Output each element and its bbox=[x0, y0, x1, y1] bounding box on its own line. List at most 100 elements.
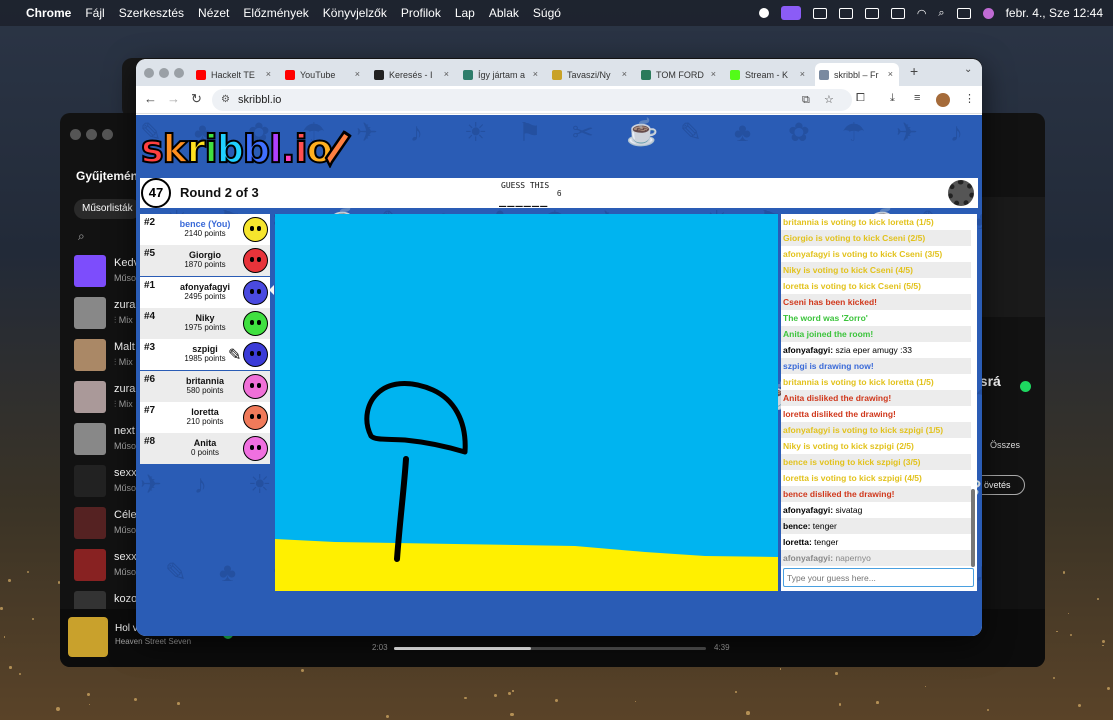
tab-close-icon[interactable]: × bbox=[800, 69, 805, 79]
browser-tab[interactable]: Így jártam a × bbox=[459, 63, 544, 86]
library-item[interactable]: zura ⫶ Mix bbox=[74, 381, 136, 413]
browser-tab[interactable]: skribbl – Fr × bbox=[815, 63, 899, 86]
player-row[interactable]: #2 bence (You) 2140 points bbox=[140, 214, 270, 245]
menu-3[interactable]: Előzmények bbox=[243, 6, 308, 20]
library-item-subtitle: Műso bbox=[114, 483, 137, 493]
minimize-window-icon[interactable] bbox=[159, 68, 169, 78]
drawing-canvas[interactable] bbox=[275, 214, 778, 591]
player-points: 580 points bbox=[186, 385, 224, 395]
clock[interactable]: febr. 4., Sze 12:44 bbox=[1006, 6, 1103, 20]
play-icon[interactable] bbox=[864, 7, 879, 19]
tab-close-icon[interactable]: × bbox=[355, 69, 360, 79]
library-item[interactable]: Kedv Műso bbox=[74, 255, 139, 287]
media-icon[interactable]: ≡ bbox=[914, 92, 920, 104]
menu-5[interactable]: Profilok bbox=[401, 6, 441, 20]
player-row[interactable]: #3 szpigi 1985 points ✎ bbox=[140, 339, 270, 371]
skribbl-logo[interactable]: skribbl.io bbox=[140, 126, 334, 172]
tab-close-icon[interactable]: × bbox=[711, 69, 716, 79]
browser-tab[interactable]: Keresés - I × bbox=[370, 63, 455, 86]
menu-1[interactable]: Szerkesztés bbox=[119, 6, 184, 20]
close-window-icon[interactable] bbox=[144, 68, 154, 78]
menu-7[interactable]: Ablak bbox=[489, 6, 519, 20]
player-rank: #3 bbox=[144, 342, 156, 354]
menu-4[interactable]: Könyvjelzők bbox=[323, 6, 387, 20]
doodle-icon: ⚑ bbox=[518, 117, 542, 147]
library-item[interactable]: Céle Műso bbox=[74, 507, 137, 539]
settings-gear-icon[interactable] bbox=[948, 180, 974, 206]
zoom-window-icon[interactable] bbox=[102, 129, 113, 140]
tab-close-icon[interactable]: × bbox=[888, 69, 893, 79]
show-all-link[interactable]: Összes bbox=[990, 440, 1020, 450]
library-search-icon[interactable]: ⌕ bbox=[78, 229, 85, 244]
city-light bbox=[1102, 644, 1104, 647]
player-points: 1870 points bbox=[184, 260, 226, 270]
profile-avatar[interactable] bbox=[936, 93, 950, 107]
player-row[interactable]: #4 Niky 1975 points bbox=[140, 307, 270, 339]
site-info-icon[interactable]: ⚙ bbox=[221, 94, 230, 105]
browser-tab[interactable]: YouTube × bbox=[281, 63, 366, 86]
library-item[interactable]: sexx Műso bbox=[74, 465, 137, 497]
minimize-window-icon[interactable] bbox=[86, 129, 97, 140]
close-window-icon[interactable] bbox=[70, 129, 81, 140]
player-row[interactable]: #1 afonyafagyi 2495 points bbox=[140, 276, 270, 308]
stage-manager-icon[interactable] bbox=[780, 6, 801, 20]
dvd-icon[interactable] bbox=[890, 7, 905, 19]
library-item-title: kozo bbox=[114, 593, 138, 605]
library-item[interactable]: Malt ⫶ Mix bbox=[74, 339, 136, 371]
library-item-cover bbox=[74, 381, 106, 413]
zoom-window-icon[interactable] bbox=[174, 68, 184, 78]
library-item[interactable]: sexx Műso bbox=[74, 549, 137, 581]
menu-2[interactable]: Nézet bbox=[198, 6, 229, 20]
player-row[interactable]: #6 britannia 580 points bbox=[140, 370, 270, 402]
library-item-title: zura bbox=[114, 383, 136, 395]
chat-text: Anita disliked the drawing! bbox=[783, 393, 892, 403]
forward-icon[interactable]: → bbox=[167, 91, 180, 106]
menu-8[interactable]: Súgó bbox=[533, 6, 561, 20]
player-row[interactable]: #5 Giorgio 1870 points bbox=[140, 245, 270, 277]
address-bar[interactable]: ⚙ skribbl.io ⧉ ☆ bbox=[212, 89, 852, 111]
translate-icon[interactable]: ⧉ bbox=[802, 94, 810, 107]
back-icon[interactable]: ← bbox=[144, 91, 157, 106]
browser-tab[interactable]: TOM FORD × bbox=[637, 63, 722, 86]
chrome-menu-icon[interactable]: ⋮ bbox=[964, 92, 975, 105]
song-artist[interactable]: Heaven Street Seven bbox=[115, 637, 191, 646]
menu-6[interactable]: Lap bbox=[455, 6, 475, 20]
reload-icon[interactable]: ↻ bbox=[191, 91, 202, 107]
guess-label: GUESS THIS bbox=[501, 181, 550, 190]
doodle-icon: ☂ bbox=[842, 117, 866, 147]
tab-close-icon[interactable]: × bbox=[266, 69, 271, 79]
browser-tab[interactable]: Stream - K × bbox=[726, 63, 811, 86]
browser-tab[interactable]: Tavaszi/Ny × bbox=[548, 63, 633, 86]
app-menu[interactable]: Chrome bbox=[26, 6, 71, 20]
progress-bar[interactable] bbox=[394, 647, 706, 650]
tab-search-icon[interactable]: ⌄ bbox=[964, 64, 972, 75]
stats-icon[interactable] bbox=[838, 7, 853, 19]
playlists-chip[interactable]: Műsorlisták bbox=[74, 199, 141, 219]
menu-0[interactable]: Fájl bbox=[85, 6, 104, 20]
library-item[interactable]: next Műso bbox=[74, 423, 136, 455]
battery-icon[interactable] bbox=[812, 7, 827, 19]
tab-close-icon[interactable]: × bbox=[622, 69, 627, 79]
siri-icon[interactable] bbox=[982, 7, 994, 19]
control-center-icon[interactable] bbox=[956, 7, 971, 19]
chat-text: tenger bbox=[810, 521, 837, 531]
browser-tab[interactable]: Hackelt TE × bbox=[192, 63, 277, 86]
extensions-icon[interactable]: ⧠ bbox=[856, 92, 865, 105]
tab-close-icon[interactable]: × bbox=[533, 69, 538, 79]
bookmark-star-icon[interactable]: ☆ bbox=[824, 93, 834, 106]
now-playing-cover[interactable] bbox=[68, 617, 108, 657]
library-item[interactable]: zura ⫶ Mix bbox=[74, 297, 136, 329]
url-text[interactable]: skribbl.io bbox=[238, 94, 281, 106]
doodle-icon: ✈ bbox=[356, 117, 378, 147]
doodle-icon: ♪ bbox=[194, 469, 207, 499]
guess-input[interactable] bbox=[783, 568, 974, 587]
download-icon[interactable]: ⤓ bbox=[890, 92, 895, 105]
wifi-icon[interactable]: ◠ bbox=[917, 7, 927, 20]
player-row[interactable]: #7 loretta 210 points bbox=[140, 401, 270, 433]
search-icon[interactable]: ⌕ bbox=[938, 7, 944, 20]
player-row[interactable]: #8 Anita 0 points bbox=[140, 433, 270, 465]
screen-record-icon[interactable] bbox=[758, 8, 769, 18]
new-tab-button[interactable]: + bbox=[910, 63, 918, 79]
chat-scrollbar[interactable] bbox=[971, 489, 975, 567]
tab-close-icon[interactable]: × bbox=[444, 69, 449, 79]
